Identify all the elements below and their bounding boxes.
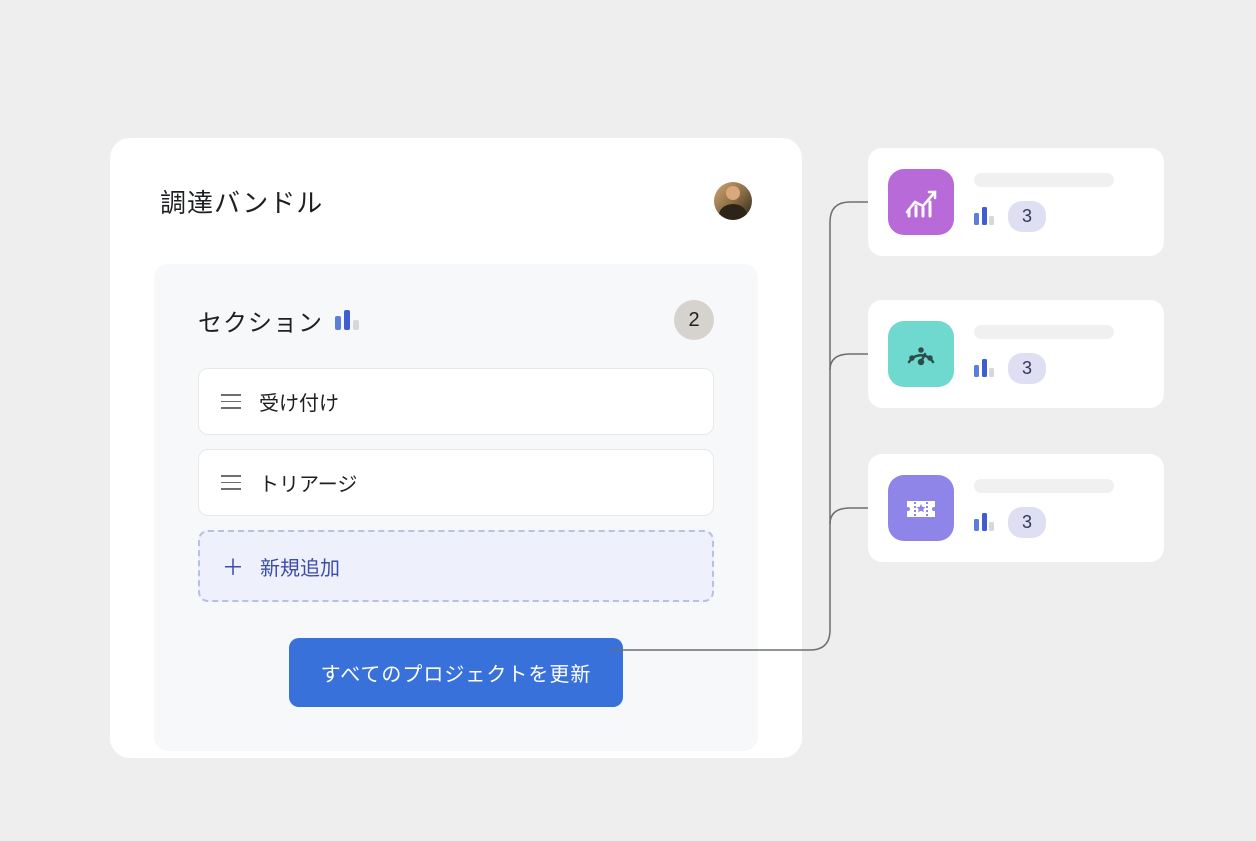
- project-content: 3: [974, 479, 1144, 538]
- add-section-button[interactable]: ＋ 新規追加: [198, 530, 714, 602]
- section-item-label: 受け付け: [259, 387, 339, 416]
- project-count-badge: 3: [1008, 353, 1046, 384]
- ticket-icon: [888, 475, 954, 541]
- card-header: 調達バンドル: [160, 182, 752, 220]
- section-count-badge: 2: [674, 300, 714, 340]
- growth-icon: [888, 169, 954, 235]
- project-card[interactable]: 3: [868, 454, 1164, 562]
- section-item[interactable]: トリアージ: [198, 449, 714, 516]
- section-title: セクション: [198, 303, 323, 338]
- project-count-badge: 3: [1008, 507, 1046, 538]
- project-count-badge: 3: [1008, 201, 1046, 232]
- board-icon: [335, 310, 359, 330]
- bundle-card: 調達バンドル セクション 2 受け付け トリアージ: [110, 138, 802, 758]
- section-header: セクション 2: [198, 300, 714, 340]
- section-item-label: トリアージ: [259, 468, 357, 497]
- section-item[interactable]: 受け付け: [198, 368, 714, 435]
- project-content: 3: [974, 173, 1144, 232]
- board-icon: [974, 513, 994, 531]
- project-title-placeholder: [974, 173, 1114, 187]
- section-title-wrap: セクション: [198, 303, 359, 338]
- avatar[interactable]: [714, 182, 752, 220]
- gauge-icon: [888, 321, 954, 387]
- card-title: 調達バンドル: [160, 183, 323, 220]
- project-card[interactable]: 3: [868, 148, 1164, 256]
- drag-handle-icon[interactable]: [221, 394, 241, 409]
- project-card[interactable]: 3: [868, 300, 1164, 408]
- plus-icon: ＋: [222, 550, 244, 582]
- project-meta: 3: [974, 507, 1144, 538]
- add-section-label: 新規追加: [260, 552, 340, 581]
- section-panel: セクション 2 受け付け トリアージ ＋ 新規追加 すべてのプロジェクトを更新: [154, 264, 758, 751]
- drag-handle-icon[interactable]: [221, 475, 241, 490]
- project-title-placeholder: [974, 325, 1114, 339]
- update-all-projects-button[interactable]: すべてのプロジェクトを更新: [289, 638, 624, 707]
- project-meta: 3: [974, 353, 1144, 384]
- project-title-placeholder: [974, 479, 1114, 493]
- project-meta: 3: [974, 201, 1144, 232]
- board-icon: [974, 359, 994, 377]
- board-icon: [974, 207, 994, 225]
- project-content: 3: [974, 325, 1144, 384]
